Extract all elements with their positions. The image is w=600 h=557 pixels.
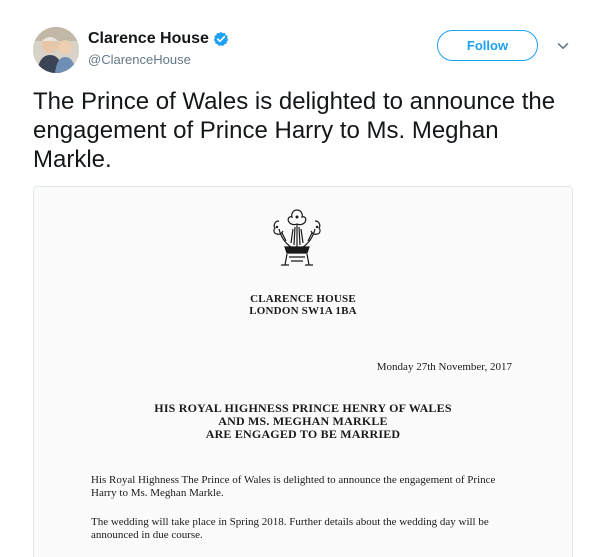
announcement-paragraph-2: The wedding will take place in Spring 20… <box>91 516 489 541</box>
chevron-down-icon[interactable] <box>556 39 570 53</box>
avatar[interactable] <box>33 27 79 73</box>
avatar-photo <box>33 27 79 73</box>
address-line-2: LONDON SW1A 1BA <box>249 305 357 317</box>
announcement-headline: HIS ROYAL HIGHNESS PRINCE HENRY OF WALES… <box>34 402 572 441</box>
attached-image[interactable]: CLARENCE HOUSE LONDON SW1A 1BA Monday 27… <box>33 186 573 557</box>
headline-line-3: ARE ENGAGED TO BE MARRIED <box>205 427 401 441</box>
tweet-text: The Prince of Wales is delighted to anno… <box>33 88 556 173</box>
verified-badge-icon <box>213 31 229 47</box>
display-name[interactable]: Clarence House <box>88 30 209 48</box>
letter-date: Monday 27th November, 2017 <box>376 361 512 373</box>
author-block[interactable]: Clarence House @ClarenceHouse <box>88 29 229 67</box>
address-line-1: CLARENCE HOUSE <box>250 293 356 305</box>
user-handle[interactable]: @ClarenceHouse <box>88 52 229 67</box>
letterhead-address: CLARENCE HOUSE LONDON SW1A 1BA <box>34 293 572 317</box>
announcement-paragraph-1: His Royal Highness The Prince of Wales i… <box>91 474 496 499</box>
announcement-document: CLARENCE HOUSE LONDON SW1A 1BA Monday 27… <box>34 187 572 557</box>
prince-of-wales-feathers-icon <box>267 207 327 273</box>
tweet-header: Clarence House @ClarenceHouse Follow <box>33 27 573 73</box>
follow-button[interactable]: Follow <box>437 30 538 61</box>
